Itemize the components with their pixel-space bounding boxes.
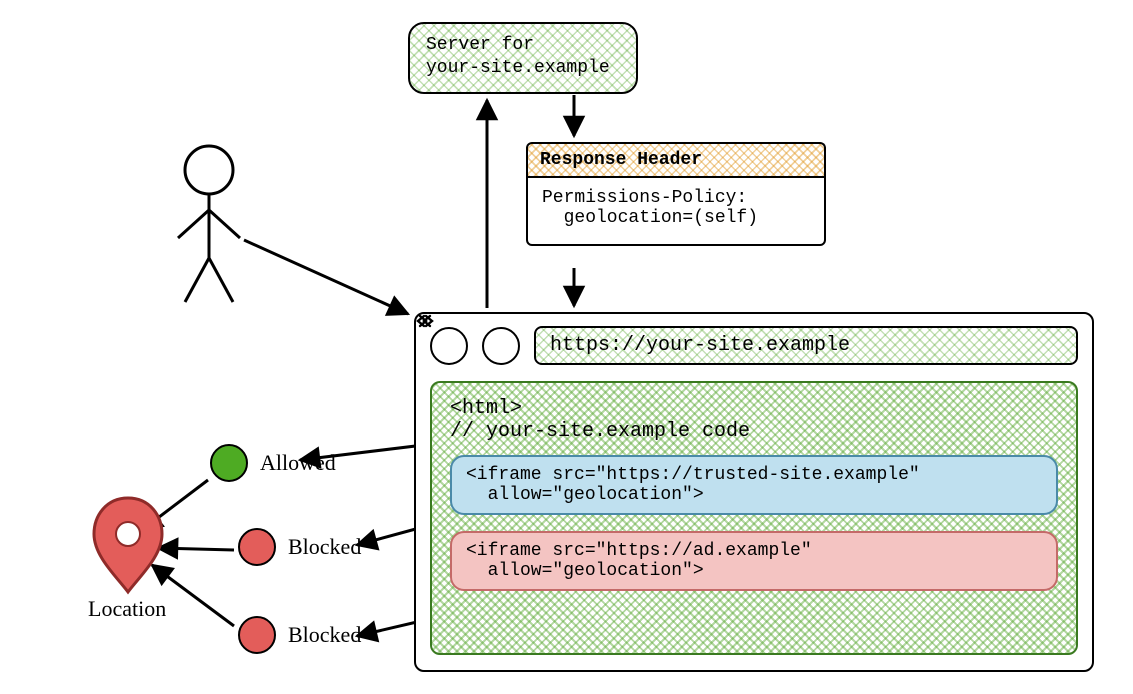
browser-url: https://your-site.example — [550, 334, 850, 357]
iframe-ad-node: <iframe src="https://ad.example" allow="… — [450, 531, 1058, 591]
status-allowed-row: Allowed — [210, 444, 336, 482]
status-blocked-trusted-row: Blocked — [238, 528, 361, 566]
status-blocked-ad-row: Blocked — [238, 616, 361, 654]
html-open-tag: <html> — [450, 397, 1058, 420]
iframe-ad-line2: allow="geolocation"> — [466, 561, 1042, 581]
iframe-trusted-line2: allow="geolocation"> — [466, 485, 1042, 505]
status-blocked-ad-icon — [238, 616, 276, 654]
status-allowed-label: Allowed — [260, 450, 336, 476]
iframe-trusted-node: <iframe src="https://trusted-site.exampl… — [450, 455, 1058, 515]
page-content: <html> // your-site.example code <iframe… — [430, 381, 1078, 655]
back-button-icon[interactable] — [430, 327, 468, 365]
response-header-title: Response Header — [540, 150, 702, 170]
response-header-line1: Permissions-Policy: — [542, 188, 810, 208]
diagram-root: Server for your-site.example Response He… — [0, 0, 1133, 694]
browser-address-bar[interactable]: https://your-site.example — [534, 326, 1078, 365]
iframe-ad-line1: <iframe src="https://ad.example" — [466, 541, 1042, 561]
server-label-line1: Server for — [426, 34, 620, 57]
response-header-line2: geolocation=(self) — [542, 208, 810, 228]
status-blocked-trusted-label: Blocked — [288, 534, 361, 560]
user-stick-figure — [178, 146, 240, 302]
arrow-user-to-browser — [244, 240, 408, 314]
status-blocked-ad-label: Blocked — [288, 622, 361, 648]
response-header-node: Response Header Permissions-Policy: geol… — [526, 142, 826, 246]
server-label-line2: your-site.example — [426, 57, 620, 80]
arrow-blocked1-to-location — [158, 548, 234, 550]
forward-button-icon[interactable] — [482, 327, 520, 365]
status-allowed-icon — [210, 444, 248, 482]
location-label: Location — [88, 596, 166, 622]
browser-window: https://your-site.example <html> // your… — [414, 312, 1094, 672]
iframe-trusted-line1: <iframe src="https://trusted-site.exampl… — [466, 465, 1042, 485]
location-pin-icon — [94, 498, 162, 592]
own-site-code-comment: // your-site.example code — [450, 420, 1058, 443]
status-blocked-trusted-icon — [238, 528, 276, 566]
server-node: Server for your-site.example — [408, 22, 638, 94]
